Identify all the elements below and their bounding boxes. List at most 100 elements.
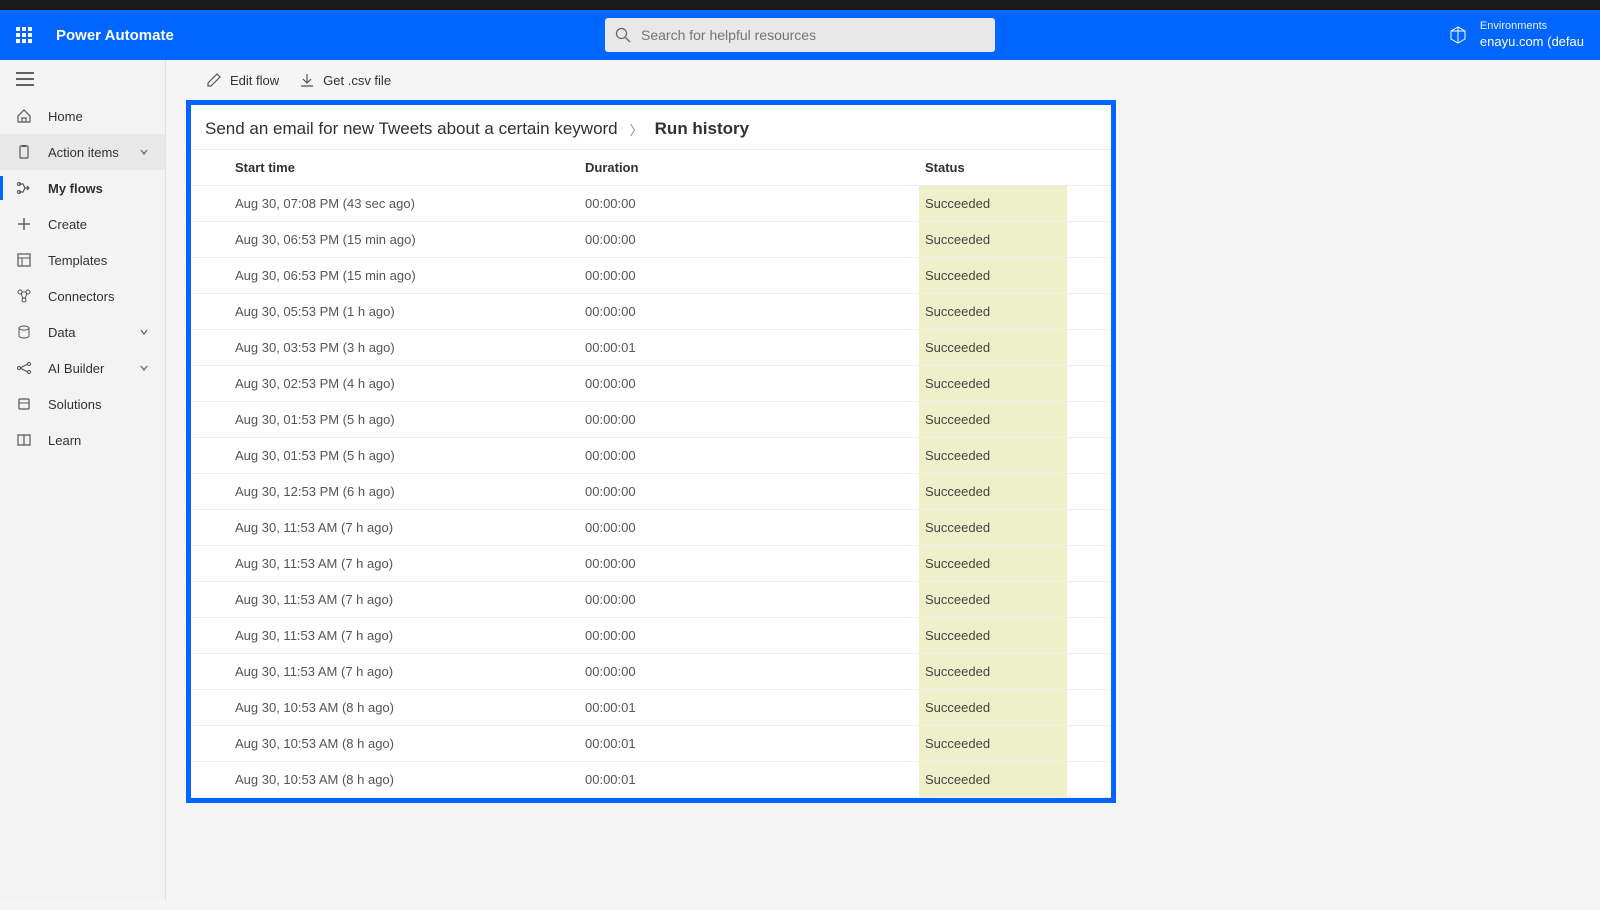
sidebar-item-label: Create [48,217,87,232]
table-row[interactable]: Aug 30, 10:53 AM (8 h ago)00:00:01Succee… [191,726,1111,762]
cell-status: Succeeded [919,294,1067,329]
breadcrumb: Send an email for new Tweets about a cer… [191,105,1111,149]
global-header: Power Automate Environments enayu.com (d… [0,10,1600,60]
cell-status: Succeeded [919,762,1067,797]
col-header-status[interactable]: Status [925,160,1067,175]
get-csv-button[interactable]: Get .csv file [299,72,391,88]
main-content: Edit flow Get .csv file Send an email fo… [166,60,1600,900]
cell-status: Succeeded [919,474,1067,509]
cell-start-time: Aug 30, 06:53 PM (15 min ago) [235,232,585,247]
sidebar-item-label: Solutions [48,397,101,412]
cell-status: Succeeded [919,726,1067,761]
cell-start-time: Aug 30, 03:53 PM (3 h ago) [235,340,585,355]
sidebar-toggle[interactable] [0,60,165,98]
cell-duration: 00:00:00 [585,484,925,499]
table-row[interactable]: Aug 30, 05:53 PM (1 h ago)00:00:00Succee… [191,294,1111,330]
chevron-down-icon [139,147,149,157]
table-row[interactable]: Aug 30, 06:53 PM (15 min ago)00:00:00Suc… [191,222,1111,258]
cell-status: Succeeded [919,654,1067,689]
table-row[interactable]: Aug 30, 11:53 AM (7 h ago)00:00:00Succee… [191,618,1111,654]
table-row[interactable]: Aug 30, 01:53 PM (5 h ago)00:00:00Succee… [191,438,1111,474]
chevron-down-icon [139,327,149,337]
cell-status: Succeeded [919,618,1067,653]
sidebar-item-learn[interactable]: Learn [0,422,165,458]
table-row[interactable]: Aug 30, 11:53 AM (7 h ago)00:00:00Succee… [191,510,1111,546]
edit-flow-button[interactable]: Edit flow [206,72,279,88]
environment-picker[interactable]: Environments enayu.com (defau [1448,19,1584,50]
cell-status: Succeeded [919,546,1067,581]
table-row[interactable]: Aug 30, 11:53 AM (7 h ago)00:00:00Succee… [191,546,1111,582]
env-value: enayu.com (defau [1480,34,1584,51]
table-header-row: Start time Duration Status [191,150,1111,186]
sidebar: HomeAction items My flows Create Templates C… [0,60,166,900]
sidebar-item-templates[interactable]: Templates [0,242,165,278]
cell-duration: 00:00:00 [585,196,925,211]
cell-duration: 00:00:00 [585,628,925,643]
cell-duration: 00:00:00 [585,520,925,535]
sidebar-item-data[interactable]: Data [0,314,165,350]
table-row[interactable]: Aug 30, 11:53 AM (7 h ago)00:00:00Succee… [191,582,1111,618]
sidebar-item-connectors[interactable]: Connectors [0,278,165,314]
cell-duration: 00:00:01 [585,736,925,751]
sidebar-item-label: My flows [48,181,103,196]
table-row[interactable]: Aug 30, 03:53 PM (3 h ago)00:00:01Succee… [191,330,1111,366]
col-header-duration[interactable]: Duration [585,160,925,175]
sidebar-item-solutions[interactable]: Solutions [0,386,165,422]
table-row[interactable]: Aug 30, 01:53 PM (5 h ago)00:00:00Succee… [191,402,1111,438]
table-row[interactable]: Aug 30, 10:53 AM (8 h ago)00:00:01Succee… [191,762,1111,798]
create-icon [16,216,32,232]
cell-start-time: Aug 30, 11:53 AM (7 h ago) [235,664,585,679]
cell-duration: 00:00:00 [585,376,925,391]
chevron-down-icon [139,363,149,373]
run-history-card: Send an email for new Tweets about a cer… [186,100,1116,803]
sidebar-item-home[interactable]: Home [0,98,165,134]
action-items-icon [16,144,32,160]
env-label: Environments [1480,19,1584,33]
sidebar-item-ai-builder[interactable]: AI Builder [0,350,165,386]
table-row[interactable]: Aug 30, 02:53 PM (4 h ago)00:00:00Succee… [191,366,1111,402]
cell-start-time: Aug 30, 11:53 AM (7 h ago) [235,556,585,571]
table-row[interactable]: Aug 30, 07:08 PM (43 sec ago)00:00:00Suc… [191,186,1111,222]
download-icon [299,72,315,88]
data-icon [16,324,32,340]
cell-status: Succeeded [919,438,1067,473]
cell-duration: 00:00:00 [585,556,925,571]
search-input[interactable] [641,27,985,43]
sidebar-item-label: Templates [48,253,107,268]
cell-start-time: Aug 30, 11:53 AM (7 h ago) [235,628,585,643]
search-box[interactable] [605,18,995,52]
col-header-start[interactable]: Start time [235,160,585,175]
cell-start-time: Aug 30, 02:53 PM (4 h ago) [235,376,585,391]
get-csv-label: Get .csv file [323,73,391,88]
sidebar-item-label: Data [48,325,75,340]
app-launcher-icon[interactable] [16,27,32,43]
sidebar-item-my-flows[interactable]: My flows [0,170,165,206]
cell-duration: 00:00:01 [585,700,925,715]
cell-start-time: Aug 30, 01:53 PM (5 h ago) [235,412,585,427]
sidebar-item-create[interactable]: Create [0,206,165,242]
cell-duration: 00:00:00 [585,232,925,247]
cell-status: Succeeded [919,258,1067,293]
table-row[interactable]: Aug 30, 11:53 AM (7 h ago)00:00:00Succee… [191,654,1111,690]
cell-status: Succeeded [919,582,1067,617]
cell-start-time: Aug 30, 10:53 AM (8 h ago) [235,736,585,751]
table-row[interactable]: Aug 30, 06:53 PM (15 min ago)00:00:00Suc… [191,258,1111,294]
cell-start-time: Aug 30, 07:08 PM (43 sec ago) [235,196,585,211]
table-row[interactable]: Aug 30, 10:53 AM (8 h ago)00:00:01Succee… [191,690,1111,726]
cell-start-time: Aug 30, 10:53 AM (8 h ago) [235,772,585,787]
sidebar-item-action-items[interactable]: Action items [0,134,165,170]
breadcrumb-current: Run history [655,119,749,139]
my-flows-icon [16,180,32,196]
sidebar-item-label: Learn [48,433,81,448]
cell-start-time: Aug 30, 12:53 PM (6 h ago) [235,484,585,499]
breadcrumb-flow-name[interactable]: Send an email for new Tweets about a cer… [205,119,618,139]
table-row[interactable]: Aug 30, 12:53 PM (6 h ago)00:00:00Succee… [191,474,1111,510]
cell-duration: 00:00:00 [585,412,925,427]
solutions-icon [16,396,32,412]
cell-start-time: Aug 30, 06:53 PM (15 min ago) [235,268,585,283]
cell-status: Succeeded [919,402,1067,437]
cell-start-time: Aug 30, 01:53 PM (5 h ago) [235,448,585,463]
cell-status: Succeeded [919,366,1067,401]
search-icon [615,27,631,43]
cell-duration: 00:00:00 [585,268,925,283]
